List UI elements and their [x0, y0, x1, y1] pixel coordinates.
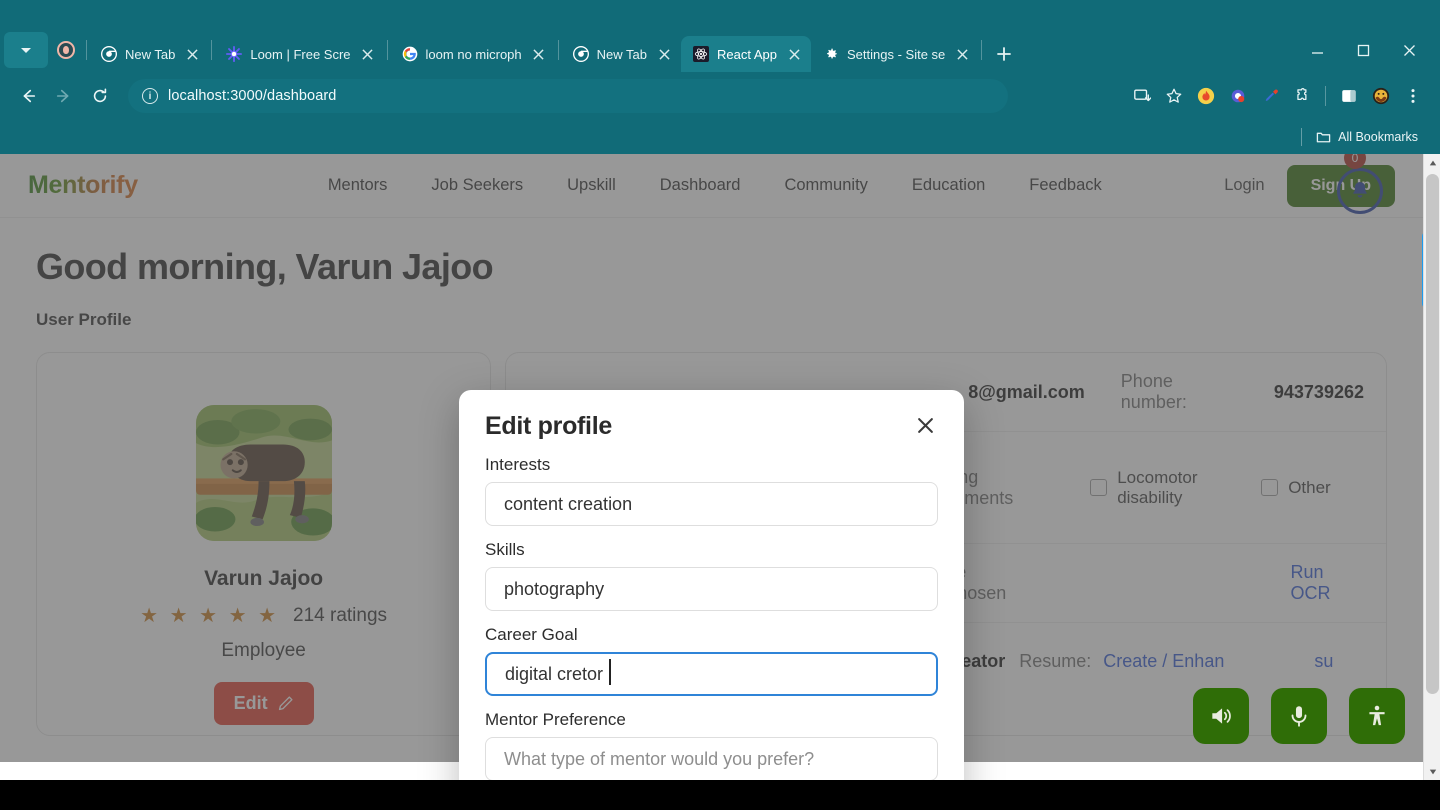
modal-header: Edit profile [485, 412, 938, 441]
tab-separator [211, 40, 213, 60]
career-goal-input[interactable] [485, 652, 938, 696]
tab-separator [557, 40, 559, 60]
accessibility-button[interactable] [1349, 688, 1405, 744]
field-label-mentor-preference: Mentor Preference [485, 710, 626, 729]
tab-title: Settings - Site se [847, 46, 946, 62]
floating-action-bar [1193, 688, 1405, 744]
all-bookmarks-button[interactable]: All Bookmarks [1310, 127, 1424, 148]
field-mentor-preference: Mentor Preference [485, 710, 938, 780]
vertical-scrollbar[interactable] [1423, 154, 1440, 780]
window-titlebar [0, 0, 1440, 28]
user-avatar-icon[interactable] [1366, 81, 1396, 111]
chrome-icon [572, 46, 589, 62]
extensions-puzzle-icon[interactable] [1287, 81, 1317, 111]
reload-button[interactable] [84, 80, 116, 112]
close-icon[interactable] [183, 45, 201, 63]
toolbar-divider [1325, 86, 1326, 106]
field-label-skills: Skills [485, 540, 525, 559]
field-label-career-goal: Career Goal [485, 625, 578, 644]
close-window-button[interactable] [1386, 34, 1432, 66]
chrome-menu-icon[interactable] [1398, 81, 1428, 111]
loom-icon [226, 46, 243, 62]
close-icon[interactable] [655, 45, 673, 63]
bookmark-star-icon[interactable] [1159, 81, 1189, 111]
tab-search-button[interactable] [4, 32, 48, 68]
browser-tab-2[interactable]: loom no microph [390, 36, 556, 72]
tab-strip: New Tab Loom | Free Scre loom no microph… [0, 28, 1440, 72]
accessibility-icon [1369, 705, 1385, 726]
field-interests: Interests [485, 455, 938, 526]
tab-separator [981, 40, 983, 60]
address-bar[interactable]: i localhost:3000/dashboard [128, 79, 1008, 113]
tab-separator [386, 40, 388, 60]
page-viewport: Mentorify Mentors Job Seekers Upskill Da… [0, 154, 1440, 780]
text-cursor [609, 659, 611, 685]
close-icon [917, 417, 933, 433]
skills-input[interactable] [485, 567, 938, 611]
site-info-icon[interactable]: i [142, 88, 158, 104]
scroll-up-arrow[interactable] [1424, 154, 1440, 171]
browser-tab-5[interactable]: Settings - Site se [811, 36, 979, 72]
mentor-preference-input[interactable] [485, 737, 938, 780]
tab-separator [86, 40, 87, 60]
chrome-icon [101, 46, 117, 62]
microphone-icon [1291, 706, 1307, 727]
speaker-icon [1212, 708, 1231, 724]
close-icon[interactable] [785, 45, 803, 63]
tab-title: New Tab [596, 46, 647, 62]
maximize-button[interactable] [1340, 34, 1386, 66]
microphone-button[interactable] [1271, 688, 1327, 744]
edit-profile-modal: Edit profile Interests Skills Career Goa… [459, 390, 964, 780]
tab-title: React App [717, 46, 777, 62]
tab-title: Loom | Free Scre [250, 46, 351, 62]
modal-title: Edit profile [485, 412, 612, 440]
browser-window: New Tab Loom | Free Scre loom no microph… [0, 0, 1440, 810]
extension-flame-icon[interactable] [1191, 81, 1221, 111]
google-icon [402, 46, 418, 62]
browser-tab-0[interactable]: New Tab [89, 36, 209, 72]
modal-close-button[interactable] [912, 412, 938, 438]
screen-bottom-strip [0, 784, 1440, 810]
forward-button[interactable] [48, 80, 80, 112]
browser-tab-3[interactable]: New Tab [561, 36, 681, 72]
new-tab-button[interactable] [990, 40, 1018, 68]
browser-toolbar: i localhost:3000/dashboard [0, 72, 1440, 120]
minimize-button[interactable] [1294, 34, 1340, 66]
gear-icon [823, 46, 839, 62]
vertical-scroll-thumb[interactable] [1426, 174, 1439, 694]
window-controls [1294, 32, 1432, 68]
close-icon[interactable] [530, 45, 548, 63]
browser-tab-4[interactable]: React App [681, 36, 811, 72]
folder-icon [1316, 132, 1331, 142]
close-icon[interactable] [953, 45, 971, 63]
field-skills: Skills [485, 540, 938, 611]
react-icon [693, 46, 709, 62]
profile-avatar-icon[interactable] [48, 32, 84, 68]
bookmarks-bar: All Bookmarks [0, 120, 1440, 154]
tab-title: New Tab [125, 46, 176, 62]
toolbar-icons [1127, 81, 1428, 111]
bookmarks-divider [1301, 128, 1303, 146]
interests-input[interactable] [485, 482, 938, 526]
all-bookmarks-label: All Bookmarks [1338, 130, 1418, 144]
install-app-icon[interactable] [1127, 81, 1157, 111]
extension-gear-icon[interactable] [1223, 81, 1253, 111]
back-button[interactable] [12, 80, 44, 112]
field-career-goal: Career Goal [485, 625, 938, 696]
close-icon[interactable] [359, 45, 377, 63]
side-panel-icon[interactable] [1334, 81, 1364, 111]
scroll-down-arrow[interactable] [1424, 763, 1440, 780]
field-label-interests: Interests [485, 455, 551, 474]
speaker-button[interactable] [1193, 688, 1249, 744]
url-text: localhost:3000/dashboard [168, 88, 337, 104]
eyedropper-icon[interactable] [1255, 81, 1285, 111]
tab-title: loom no microph [425, 46, 522, 62]
browser-tab-1[interactable]: Loom | Free Scre [214, 36, 384, 72]
